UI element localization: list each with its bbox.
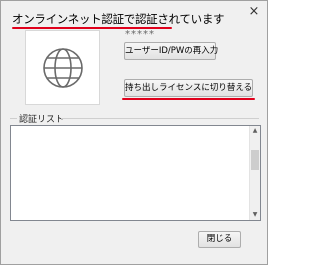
close-button[interactable]: 閉じる	[198, 231, 241, 248]
checkout-highlight-underline	[122, 98, 255, 100]
auth-list-label: 認証リスト	[19, 115, 65, 125]
auth-list[interactable]: ▲ ▼	[10, 125, 261, 221]
group-border-right	[61, 118, 259, 119]
globe-icon	[43, 48, 83, 88]
reenter-credentials-button[interactable]: ユーザーID/PWの再入力	[124, 42, 218, 60]
scroll-down-icon[interactable]: ▼	[250, 210, 260, 220]
group-border-left	[10, 118, 17, 119]
license-dialog: × オンラインネット認証で認証されています ***** ユーザーID/PWの再入…	[0, 0, 268, 265]
switch-to-checkout-license-button[interactable]: 持ち出しライセンスに切り替える	[124, 79, 253, 97]
scroll-thumb[interactable]	[251, 150, 259, 170]
masked-user-id: *****	[125, 29, 155, 40]
auth-status-text: オンラインネット認証で認証されています	[12, 12, 225, 26]
scroll-up-icon[interactable]: ▲	[250, 126, 260, 136]
license-icon-panel	[25, 30, 100, 105]
close-icon[interactable]: ×	[247, 5, 261, 19]
auth-list-scrollbar[interactable]: ▲ ▼	[249, 126, 260, 220]
